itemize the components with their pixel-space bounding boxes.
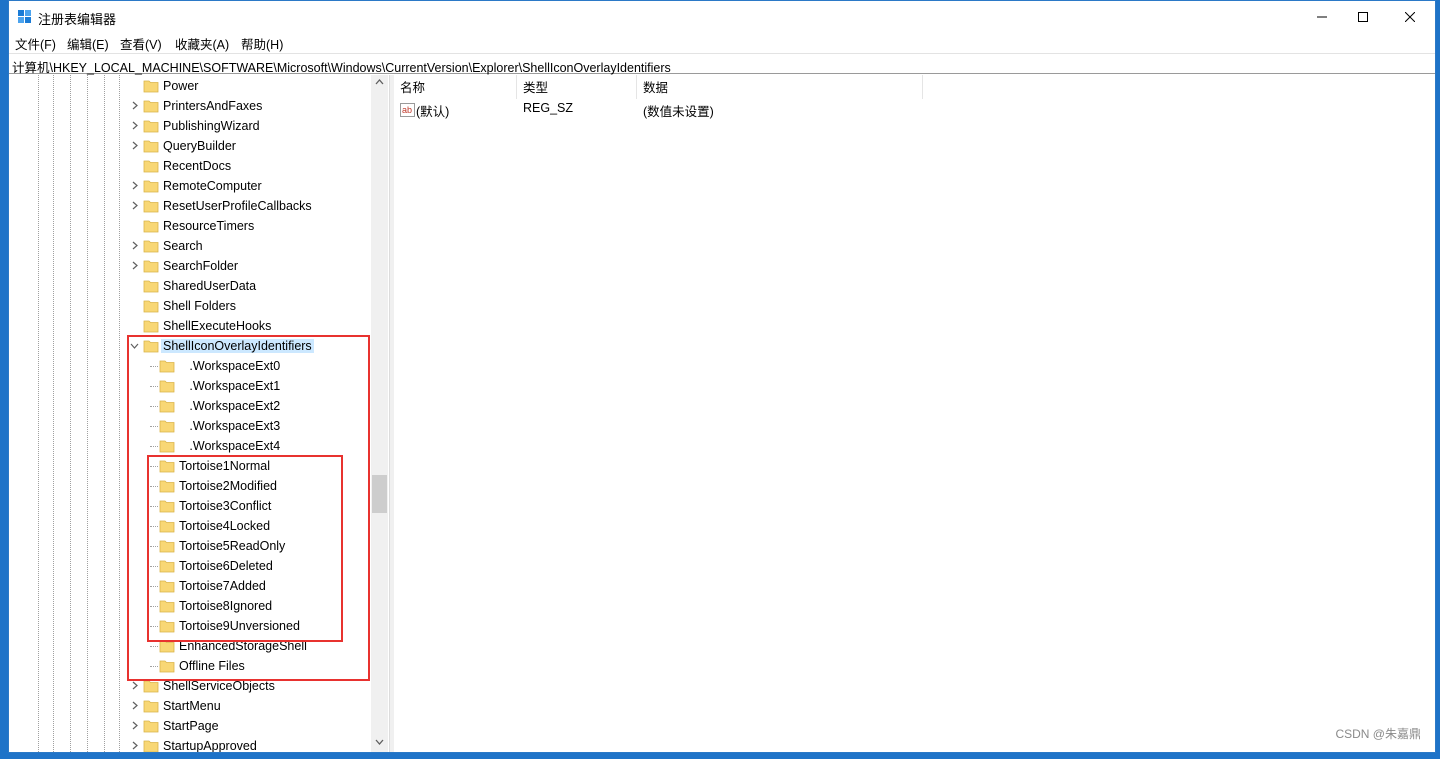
regedit-window: 注册表编辑器 文件(F) 编辑(E) 查看(V) 收藏夹(A) 帮助(H) 计算… [8,0,1436,753]
tree-item-label: PrintersAndFaxes [163,99,263,113]
tree-item[interactable]: RecentDocs [9,156,369,176]
tree-item-label: ShellServiceObjects [163,679,275,693]
value-data: (数值未设置) [643,105,714,119]
maximize-button[interactable] [1340,1,1386,32]
tree-item-label: RecentDocs [163,159,232,173]
column-header-name[interactable]: 名称 [394,75,517,99]
scroll-down-icon[interactable] [375,739,384,745]
value-list[interactable]: 名称 类型 数据 ab (默认) REG_SZ (数值未设置) [394,75,1435,752]
tree-item[interactable]: SharedUserData [9,276,369,296]
tree-item[interactable]: Search [9,236,369,256]
highlight-box-tortoise [147,455,343,642]
tree-item[interactable]: PublishingWizard [9,116,369,136]
folder-icon [143,260,159,273]
chevron-right-icon[interactable] [130,241,139,250]
close-icon [1405,11,1415,22]
menu-edit[interactable]: 编辑(E) [67,34,109,53]
title-bar[interactable]: 注册表编辑器 [9,1,1435,32]
chevron-right-icon[interactable] [130,261,139,270]
chevron-right-icon[interactable] [130,681,139,690]
folder-icon [143,280,159,293]
value-type: REG_SZ [523,101,574,115]
scroll-thumb[interactable] [372,475,387,513]
tree-item-label: StartupApproved [163,739,257,752]
folder-icon [143,700,159,713]
tree-scrollbar[interactable] [371,75,388,752]
tree-item[interactable]: Shell Folders [9,296,369,316]
folder-icon [143,180,159,193]
tree-item[interactable]: StartupApproved [9,736,369,752]
tree-item-label: ResourceTimers [163,219,255,233]
scroll-up-icon[interactable] [375,79,384,85]
tree-item-label: ResetUserProfileCallbacks [163,199,312,213]
menu-favorites[interactable]: 收藏夹(A) [175,34,229,53]
column-header-data[interactable]: 数据 [637,75,923,99]
chevron-right-icon[interactable] [130,121,139,130]
tree-item[interactable]: PrintersAndFaxes [9,96,369,116]
folder-icon [143,320,159,333]
folder-icon [143,220,159,233]
address-bar[interactable]: 计算机\HKEY_LOCAL_MACHINE\SOFTWARE\Microsof… [9,53,1435,76]
chevron-right-icon[interactable] [130,201,139,210]
tree-item-label: Shell Folders [163,299,236,313]
regedit-app-icon [18,10,31,23]
tree-item[interactable]: SearchFolder [9,256,369,276]
tree-item[interactable]: Power [9,76,369,96]
tree-item[interactable]: StartPage [9,716,369,736]
value-row[interactable]: ab (默认) REG_SZ (数值未设置) [394,101,994,121]
minimize-icon [1317,16,1327,17]
chevron-right-icon[interactable] [130,181,139,190]
minimize-button[interactable] [1299,1,1345,32]
tree-item-label: Power [163,79,199,93]
folder-icon [143,240,159,253]
tree-item-label: SharedUserData [163,279,257,293]
svg-text:ab: ab [402,105,412,115]
menu-bar: 文件(F) 编辑(E) 查看(V) 收藏夹(A) 帮助(H) [9,32,1435,52]
folder-icon [143,200,159,213]
folder-icon [143,160,159,173]
folder-icon [143,300,159,313]
tree-item[interactable]: ShellExecuteHooks [9,316,369,336]
folder-icon [143,680,159,693]
chevron-right-icon[interactable] [130,721,139,730]
chevron-right-icon[interactable] [130,141,139,150]
value-name: (默认) [416,105,450,119]
menu-file[interactable]: 文件(F) [15,34,56,53]
tree-item[interactable]: RemoteComputer [9,176,369,196]
tree-item-label: ShellExecuteHooks [163,319,272,333]
tree-item-label: RemoteComputer [163,179,262,193]
tree-item[interactable]: StartMenu [9,696,369,716]
tree-item-label: Search [163,239,203,253]
chevron-right-icon[interactable] [130,101,139,110]
folder-icon [143,720,159,733]
tree-item-label: SearchFolder [163,259,239,273]
chevron-right-icon[interactable] [130,741,139,750]
menu-view[interactable]: 查看(V) [120,34,162,53]
watermark: CSDN @朱嘉鼎 [1335,727,1421,741]
tree-item-label: PublishingWizard [163,119,260,133]
window-title: 注册表编辑器 [38,12,117,27]
chevron-right-icon[interactable] [130,701,139,710]
folder-icon [143,100,159,113]
folder-icon [143,120,159,133]
column-header-type[interactable]: 类型 [517,75,637,99]
menu-help[interactable]: 帮助(H) [241,34,283,53]
tree-item[interactable]: ResourceTimers [9,216,369,236]
tree-item-label: QueryBuilder [163,139,236,153]
folder-icon [143,740,159,752]
tree-item-label: StartMenu [163,699,221,713]
folder-icon [143,80,159,93]
tree-item[interactable]: ResetUserProfileCallbacks [9,196,369,216]
maximize-icon [1358,11,1368,22]
tree-item-label: StartPage [163,719,219,733]
address-path[interactable]: 计算机\HKEY_LOCAL_MACHINE\SOFTWARE\Microsof… [12,57,671,76]
close-button[interactable] [1387,1,1433,32]
folder-icon [143,140,159,153]
tree-item[interactable]: QueryBuilder [9,136,369,156]
string-value-icon: ab [400,103,415,117]
